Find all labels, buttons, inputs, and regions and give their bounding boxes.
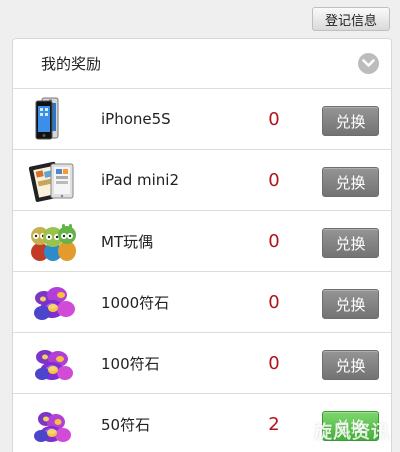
rewards-title: 我的奖励: [41, 55, 102, 73]
redeem-button[interactable]: 兑换: [322, 228, 379, 258]
reward-item-count: 0: [268, 352, 280, 374]
reward-row-ipad-mini: iPad mini2 0 兑换: [13, 150, 391, 211]
rune-stones-icon: [25, 274, 81, 330]
reward-row-1000-runes: 1000符石 0 兑换: [13, 272, 391, 333]
rune-stones-icon: [25, 397, 81, 452]
reward-item-count: 0: [268, 169, 280, 191]
redeem-button[interactable]: 兑换: [322, 167, 379, 197]
reward-item-name: 50符石: [101, 416, 151, 434]
ipad-mini-icon: [25, 152, 81, 208]
reward-row-mt-toy: MT玩偶 0 兑换: [13, 211, 391, 272]
rewards-header[interactable]: 我的奖励: [13, 39, 391, 89]
reward-row-iphone: iPhone5S 0 兑换: [13, 89, 391, 150]
reward-row-100-runes: 100符石 0 兑换: [13, 333, 391, 394]
rune-stones-icon: [25, 335, 81, 391]
redeem-button[interactable]: 兑换: [322, 411, 379, 441]
redeem-button[interactable]: 兑换: [322, 106, 379, 136]
iphone-icon: [25, 91, 81, 147]
reward-item-count: 0: [268, 230, 280, 252]
reward-item-count: 0: [268, 291, 280, 313]
reward-row-50-runes: 50符石 2 兑换: [13, 394, 391, 452]
reward-page: 登记信息 我的奖励 iPhone5S 0 兑换 iPad mini2 0 兑换 …: [0, 0, 400, 452]
chevron-down-icon[interactable]: [358, 53, 379, 74]
redeem-button[interactable]: 兑换: [322, 289, 379, 319]
reward-item-name: 1000符石: [101, 293, 170, 312]
reward-item-name: iPad mini2: [101, 171, 180, 189]
reward-item-count: 2: [268, 414, 280, 435]
reward-item-name: MT玩偶: [101, 232, 154, 251]
reward-item-name: 100符石: [101, 354, 160, 373]
reward-item-name: iPhone5S: [101, 110, 171, 128]
redeem-button[interactable]: 兑换: [322, 350, 379, 380]
register-info-button[interactable]: 登记信息: [312, 7, 390, 31]
reward-item-count: 0: [268, 108, 280, 130]
rewards-card: 我的奖励 iPhone5S 0 兑换 iPad mini2 0 兑换 MT玩偶 …: [12, 38, 392, 452]
toy-figures-icon: [25, 213, 81, 269]
